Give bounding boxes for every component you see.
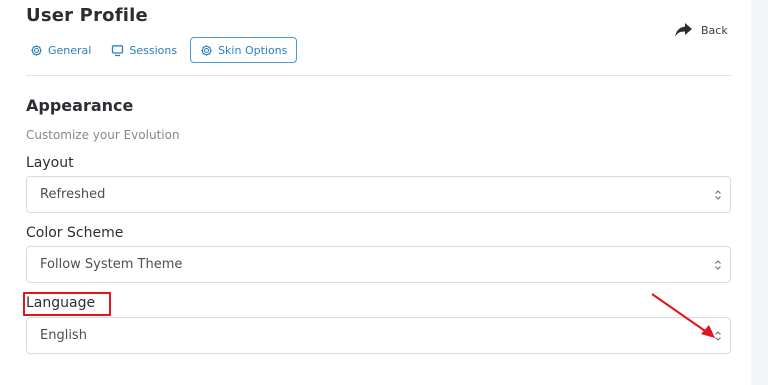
select-caret-icon (714, 189, 722, 201)
section-subtitle: Customize your Evolution (26, 128, 180, 142)
gear-icon (200, 44, 213, 57)
tab-sessions[interactable]: Sessions (111, 37, 177, 63)
tab-general-label: General (48, 43, 92, 57)
layout-label: Layout (26, 155, 74, 171)
language-select[interactable]: English (26, 317, 731, 354)
back-label: Back (701, 23, 728, 37)
share-arrow-icon (674, 22, 693, 38)
color-scheme-label: Color Scheme (26, 225, 124, 241)
page-title: User Profile (26, 5, 148, 26)
profile-tabs: General Sessions Skin Options (30, 37, 298, 63)
tab-skin-options[interactable]: Skin Options (190, 37, 298, 63)
back-button[interactable]: Back (674, 22, 728, 38)
tab-general[interactable]: General (30, 37, 91, 63)
right-gutter (751, 0, 768, 385)
color-scheme-value: Follow System Theme (40, 257, 183, 272)
language-value: English (40, 328, 87, 343)
header-divider (26, 75, 731, 76)
color-scheme-select[interactable]: Follow System Theme (26, 246, 731, 283)
section-title: Appearance (26, 96, 134, 115)
layout-select[interactable]: Refreshed (26, 176, 731, 213)
layout-value: Refreshed (40, 187, 106, 202)
annotation-arrow-icon (651, 293, 715, 338)
select-caret-icon (714, 259, 722, 271)
gear-icon (30, 44, 43, 57)
annotation-highlight-box (23, 292, 111, 316)
tab-sessions-label: Sessions (129, 43, 178, 57)
monitor-icon (111, 44, 124, 57)
tab-skin-options-label: Skin Options (218, 43, 288, 57)
